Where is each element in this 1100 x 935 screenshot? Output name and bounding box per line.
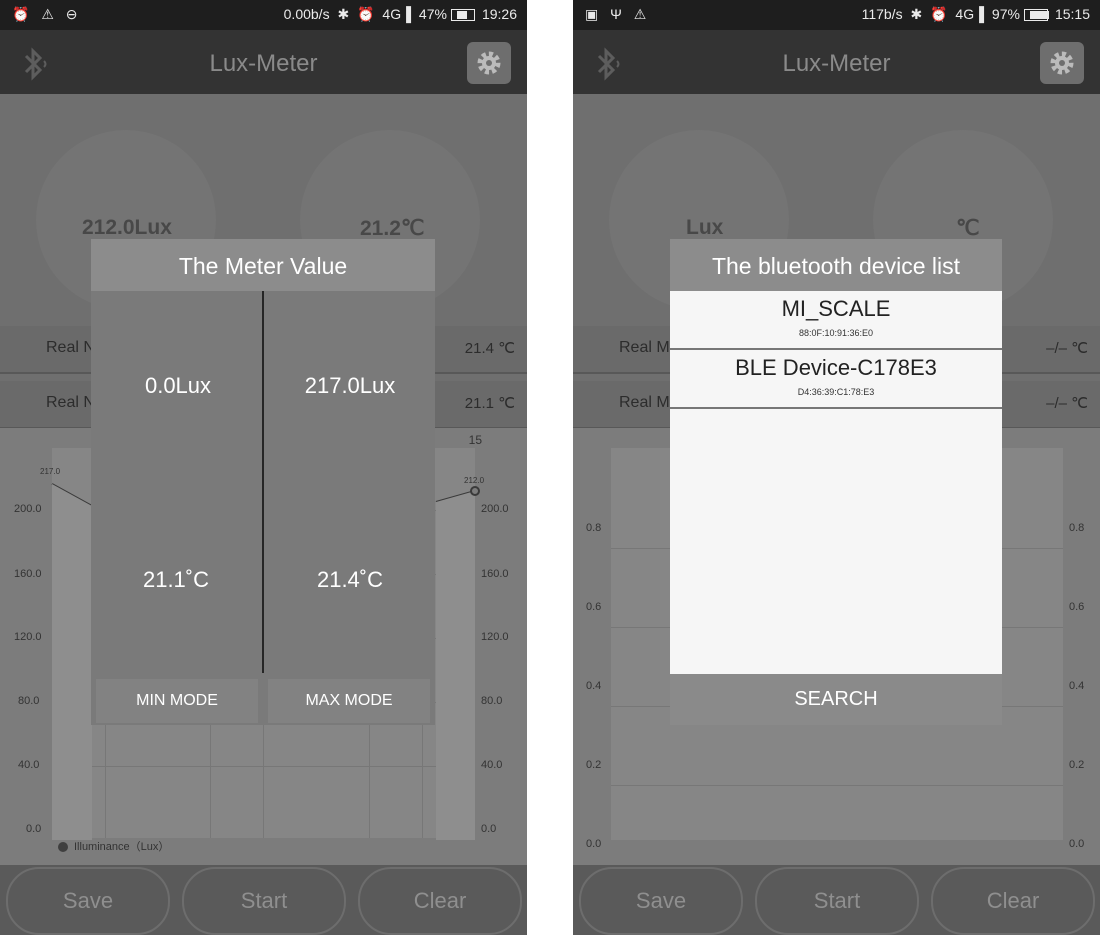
y-tick-right: 0.0 [481, 823, 497, 835]
device-list-item[interactable]: MI_SCALE 88:0F:10:91:36:E0 [670, 291, 1002, 350]
chart-legend: Illuminance（Lux） [58, 838, 169, 854]
net-speed: 117b/s [861, 6, 903, 22]
save-button[interactable]: Save [579, 867, 743, 935]
y-tick-right: 0.4 [1069, 680, 1085, 692]
status-bar: ⏰ ⚠ ⊖ 0.00b/s ✱ ⏰ 4G▐ 47% 19:26 [0, 0, 527, 30]
alarm-icon: ⏰ [357, 6, 375, 22]
max-temp-value: 21.4˚C [316, 567, 384, 592]
app-title: Lux-Meter [209, 50, 318, 77]
dialog-title: The bluetooth device list [670, 239, 1002, 291]
real-row-label: Real M [619, 394, 670, 411]
temp-value: 21.2℃ [360, 217, 425, 240]
y-tick-left: 0.0 [26, 823, 42, 835]
alarm-icon: ⏰ [930, 6, 948, 22]
min-temp-value: 21.1˚C [142, 567, 210, 592]
max-mode-button[interactable]: MAX MODE [268, 679, 430, 723]
legend-dot [58, 842, 68, 853]
status-time: 15:15 [1054, 6, 1090, 22]
settings-button[interactable] [1040, 42, 1084, 84]
y-tick-right: 0.2 [1069, 759, 1085, 771]
battery-percent: 97% [991, 6, 1020, 22]
y-tick-left: 160.0 [14, 568, 42, 580]
y-tick-left: 120.0 [14, 631, 42, 643]
real-row-value: –/– ℃ [1046, 395, 1088, 412]
grid-line [611, 785, 1063, 786]
device-list-item[interactable]: BLE Device-C178E3 D4:36:39:C1:78:E3 [670, 350, 1002, 409]
real-row-value: 21.4 ℃ [464, 340, 515, 357]
y-tick-left: 0.8 [586, 522, 602, 534]
y-tick-left: 0.6 [586, 601, 602, 613]
status-bar: ▣ Ψ ⚠ 117b/s ✱ ⏰ 4G▐ 97% 15:15 [573, 0, 1100, 30]
status-right: 0.00b/s ✱ ⏰ 4G▐ 47% 19:26 [280, 6, 517, 23]
start-button[interactable]: Start [182, 867, 346, 935]
gear-icon [1050, 51, 1074, 75]
device-mac: D4:36:39:C1:78:E3 [797, 387, 875, 397]
dialog-divider [262, 291, 264, 673]
bottom-bar: Save Start Clear [573, 865, 1100, 935]
status-time: 19:26 [481, 6, 517, 22]
legend-label: Illuminance（Lux） [74, 841, 170, 853]
clear-button[interactable]: Clear [358, 867, 522, 935]
y-tick-right: 160.0 [481, 568, 509, 580]
y-tick-left: 0.4 [586, 680, 602, 692]
y-tick-left: 40.0 [18, 759, 40, 771]
min-mode-button[interactable]: MIN MODE [96, 679, 258, 723]
y-tick-right: 0.6 [1069, 601, 1085, 613]
lux-value: 212.0Lux [82, 216, 172, 239]
real-row-value: –/– ℃ [1046, 340, 1088, 357]
real-row-label: Real N [46, 339, 95, 356]
battery-icon [1023, 9, 1049, 22]
bluetooth-status-icon: ✱ [337, 6, 350, 22]
meter-value-dialog: The Meter Value 0.0Lux 217.0Lux 21.1˚C 2… [91, 239, 435, 725]
point-label-right: 212.0 [464, 476, 485, 485]
y-tick-left: 80.0 [18, 695, 40, 707]
phone-screen-meter-value: ⏰ ⚠ ⊖ 0.00b/s ✱ ⏰ 4G▐ 47% 19:26 Lux-Meter… [0, 0, 527, 935]
point-label-left: 217.0 [40, 467, 61, 476]
battery-icon [450, 9, 475, 22]
app-bar: Lux-Meter [573, 30, 1100, 94]
y-tick-right: 200.0 [481, 503, 509, 515]
temp-label: ℃ [956, 217, 980, 240]
y-tick-left: 200.0 [14, 503, 42, 515]
status-left-icons: ▣ Ψ ⚠ [585, 6, 651, 22]
net-speed: 0.00b/s [283, 6, 330, 22]
signal-icon: 4G▐ [955, 6, 985, 22]
status-right: 117b/s ✱ ⏰ 4G▐ 97% 15:15 [858, 6, 1090, 23]
clear-button[interactable]: Clear [931, 867, 1095, 935]
signal-icon: 4G▐ [382, 6, 412, 22]
device-mac: 88:0F:10:91:36:E0 [798, 328, 874, 338]
dialog-title: The Meter Value [91, 239, 435, 291]
device-name: BLE Device-C178E3 [735, 355, 937, 380]
max-lux-value: 217.0Lux [304, 373, 396, 398]
status-left-icons: ⏰ ⚠ ⊖ [12, 6, 82, 22]
bluetooth-status-icon: ✱ [910, 6, 923, 22]
real-row-label: Real N [46, 394, 95, 411]
gear-icon [477, 51, 501, 75]
min-lux-value: 0.0Lux [144, 373, 212, 398]
app-title: Lux-Meter [782, 50, 891, 77]
y-tick-right: 120.0 [481, 631, 509, 643]
device-name: MI_SCALE [781, 296, 891, 321]
lux-label: Lux [686, 216, 724, 239]
real-row-value: 21.1 ℃ [464, 395, 515, 412]
y-tick-left: 0.0 [586, 838, 602, 850]
y-tick-right: 0.8 [1069, 522, 1085, 534]
save-button[interactable]: Save [6, 867, 170, 935]
start-button[interactable]: Start [755, 867, 919, 935]
y-tick-right: 80.0 [481, 695, 503, 707]
y-tick-right: 40.0 [481, 759, 503, 771]
real-row-label: Real M [619, 339, 670, 356]
y-tick-right: 0.0 [1069, 838, 1085, 850]
bluetooth-device-dialog: The bluetooth device list MI_SCALE 88:0F… [670, 239, 1002, 725]
settings-button[interactable] [467, 42, 511, 84]
search-button[interactable]: SEARCH [670, 674, 1002, 725]
battery-percent: 47% [418, 6, 447, 22]
bottom-bar: Save Start Clear [0, 865, 527, 935]
y-tick-left: 0.2 [586, 759, 602, 771]
app-bar: Lux-Meter [0, 30, 527, 94]
